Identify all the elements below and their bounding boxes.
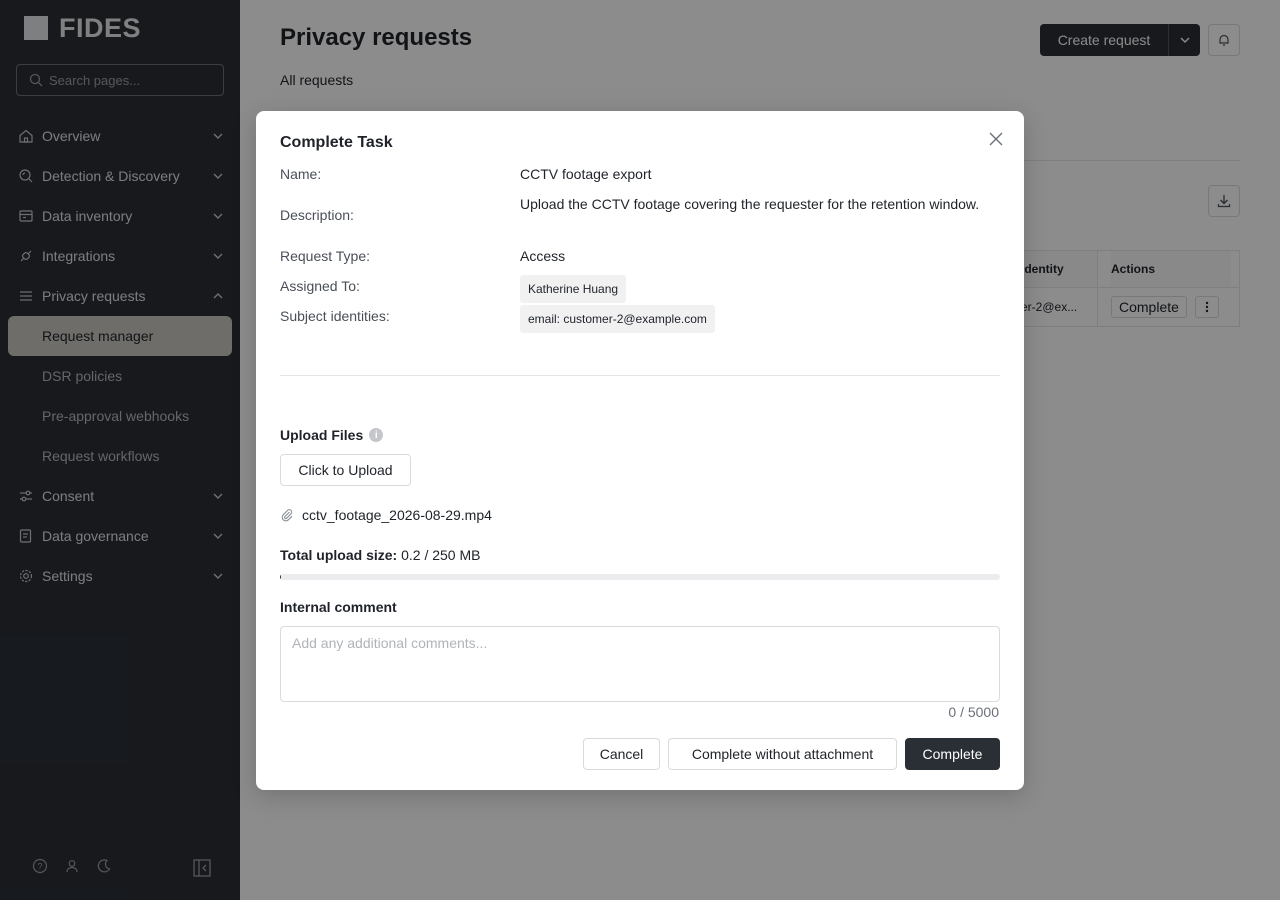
- internal-comment-input[interactable]: [280, 626, 1000, 702]
- uploaded-file-name: cctv_footage_2026-08-29.mp4: [302, 507, 492, 523]
- total-upload-size: Total upload size: 0.2 / 250 MB: [280, 547, 480, 563]
- internal-comment-label: Internal comment: [280, 599, 397, 615]
- assigned-to-label: Assigned To:: [280, 278, 360, 294]
- subject-identities-label: Subject identities:: [280, 308, 390, 324]
- complete-task-modal: Complete Task Name: CCTV footage export …: [256, 111, 1024, 790]
- modal-title: Complete Task: [280, 134, 393, 151]
- upload-size-label: Total upload size:: [280, 547, 398, 563]
- name-label: Name:: [280, 166, 322, 182]
- complete-without-attachment-button[interactable]: Complete without attachment: [668, 738, 897, 770]
- upload-progress-bar: [280, 574, 1000, 580]
- info-icon[interactable]: i: [369, 428, 384, 442]
- assignee-tag: Katherine Huang: [520, 275, 627, 303]
- comment-char-counter: 0 / 5000: [948, 704, 999, 720]
- upload-files-heading: Upload Files i: [280, 427, 384, 443]
- upload-progress-fill: [280, 574, 281, 580]
- close-icon[interactable]: [986, 129, 1006, 149]
- paperclip-icon: [281, 509, 293, 522]
- identity-tag: email: customer-2@example.com: [520, 305, 715, 333]
- complete-button[interactable]: Complete: [905, 738, 1000, 770]
- description-label: Description:: [280, 207, 354, 223]
- request-type-label: Request Type:: [280, 248, 371, 264]
- modal-divider: [280, 375, 1000, 376]
- upload-size-value: 0.2 / 250 MB: [401, 547, 481, 563]
- subject-identities-value: email: customer-2@example.com: [520, 305, 715, 333]
- uploaded-file-item[interactable]: cctv_footage_2026-08-29.mp4: [280, 507, 492, 523]
- name-value: CCTV footage export: [520, 166, 652, 182]
- request-type-value: Access: [520, 248, 566, 264]
- assigned-to-value: Katherine Huang: [520, 275, 627, 303]
- description-value: Upload the CCTV footage covering the req…: [520, 196, 980, 212]
- cancel-button[interactable]: Cancel: [583, 738, 660, 770]
- upload-files-label: Upload Files: [280, 427, 364, 443]
- click-to-upload-button[interactable]: Click to Upload: [280, 454, 411, 486]
